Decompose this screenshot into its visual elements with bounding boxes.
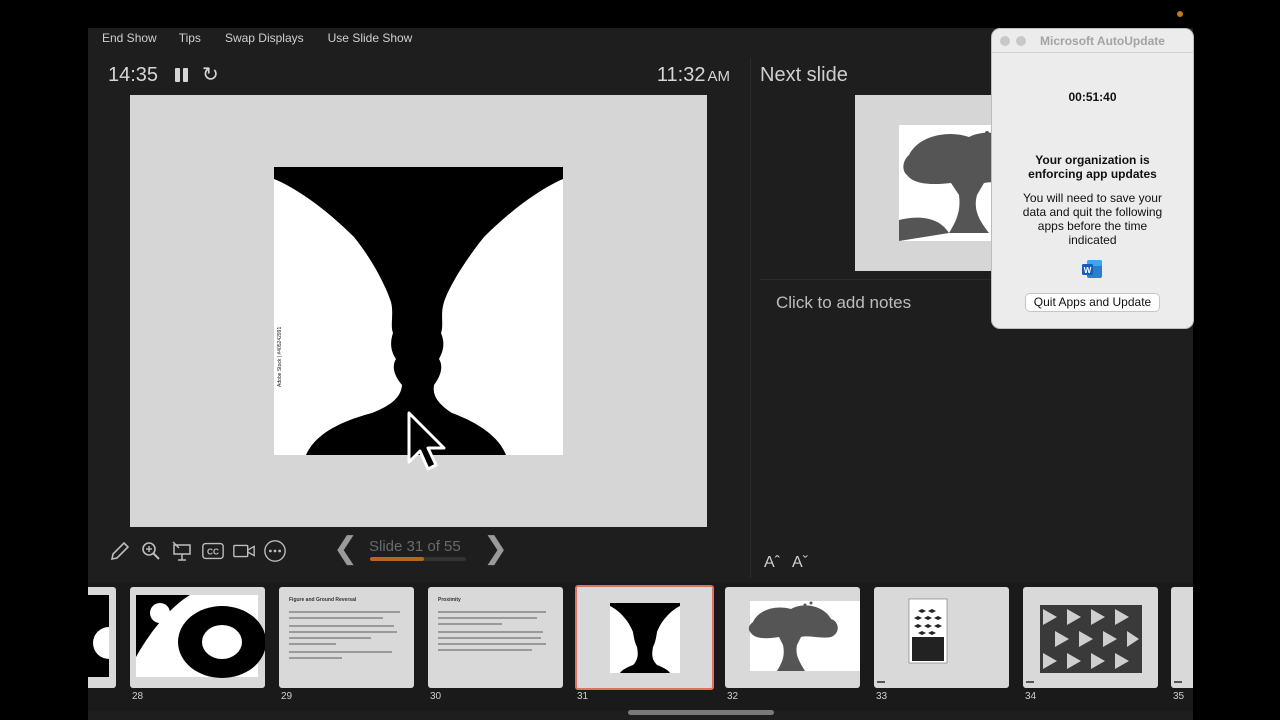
menu-end-show[interactable]: End Show [88, 28, 171, 50]
autoupdate-dialog: Microsoft AutoUpdate 00:51:40 Your organ… [992, 29, 1193, 328]
presenter-tools: CC [108, 536, 287, 566]
clock-time: 11:32 [656, 64, 706, 86]
dialog-message: You will need to save your data and quit… [1022, 191, 1163, 247]
elapsed-timer: 14:35 [108, 64, 159, 86]
camera-icon[interactable] [232, 539, 256, 563]
previous-slide-button[interactable]: ❮ [333, 534, 358, 564]
svg-text:W: W [1084, 266, 1092, 275]
reset-icon[interactable]: ↻ [202, 65, 219, 85]
slide-navigation: ❮ Slide 31 of 55 ❯ [333, 534, 508, 568]
slide-thumbnail-31[interactable] [575, 585, 714, 690]
slide-thumbnail-29[interactable]: Figure and Ground Reversal [279, 587, 414, 688]
countdown-timer: 00:51:40 [1068, 90, 1117, 104]
status-dot [1177, 11, 1183, 17]
zoom-icon[interactable] [139, 539, 163, 563]
slide-number-34: 34 [1025, 691, 1037, 702]
slide-30-heading: Proximity [438, 597, 461, 603]
timer-row: 14:35 ↻ 11:32 AM [108, 64, 730, 88]
slide-thumbnail-33[interactable] [874, 587, 1009, 688]
menu-use-slide-show[interactable]: Use Slide Show [318, 28, 427, 50]
pause-icon[interactable] [174, 66, 190, 84]
menu-tips[interactable]: Tips [171, 28, 215, 50]
slide-number-29: 29 [281, 691, 293, 702]
font-size-controls: Aˆ Aˇ [764, 554, 808, 572]
vertical-divider [750, 58, 751, 578]
dialog-heading: Your organization is enforcing app updat… [1028, 153, 1157, 181]
dialog-title: Microsoft AutoUpdate [1040, 34, 1165, 48]
word-app-icon: W [1081, 259, 1103, 279]
menu-swap-displays[interactable]: Swap Displays [215, 28, 318, 50]
slide-number-30: 30 [430, 691, 442, 702]
slide-number-31: 31 [577, 691, 589, 702]
decrease-font-button[interactable]: Aˇ [792, 554, 808, 572]
slide-thumbnail-35[interactable] [1171, 587, 1193, 688]
dialog-titlebar: Microsoft AutoUpdate [992, 29, 1193, 53]
progress-bar [370, 557, 466, 561]
pen-icon[interactable] [108, 539, 132, 563]
quit-apps-and-update-button[interactable]: Quit Apps and Update [1025, 293, 1160, 312]
clock-ampm: AM [707, 68, 731, 85]
slide-thumbnail-27[interactable] [88, 587, 116, 688]
next-slide-title: Next slide [760, 64, 848, 86]
slide-number-35: 35 [1173, 691, 1185, 702]
clock: 11:32 AM [657, 64, 730, 87]
speaker-notes[interactable]: Click to add notes [776, 293, 911, 313]
increase-font-button[interactable]: Aˆ [764, 554, 780, 572]
slide-counter[interactable]: Slide 31 of 55 [369, 538, 461, 555]
stock-watermark: Adobe Stock | #405242991 [277, 326, 283, 387]
progress-fill [370, 557, 424, 561]
subtitles-icon[interactable]: CC [201, 539, 225, 563]
slide-number-28: 28 [132, 691, 144, 702]
slide-thumbnail-34[interactable] [1023, 587, 1158, 688]
slide-29-heading: Figure and Ground Reversal [289, 597, 357, 603]
slide-thumbnail-32[interactable] [725, 587, 860, 688]
slide-number-33: 33 [876, 691, 888, 702]
more-icon[interactable] [263, 539, 287, 563]
slide-number-32: 32 [727, 691, 739, 702]
slide-thumbnail-28[interactable] [130, 587, 265, 688]
filmstrip-scrollbar[interactable] [628, 710, 774, 715]
slide-thumbnail-30[interactable]: Proximity [428, 587, 563, 688]
mouse-pointer-icon [406, 410, 448, 472]
next-slide-button[interactable]: ❯ [483, 534, 508, 564]
laser-pointer-icon[interactable] [170, 539, 194, 563]
svg-text:CC: CC [207, 547, 219, 557]
slide-filmstrip: 28 Figure and Ground Reversal 29 Proximi… [88, 583, 1193, 711]
